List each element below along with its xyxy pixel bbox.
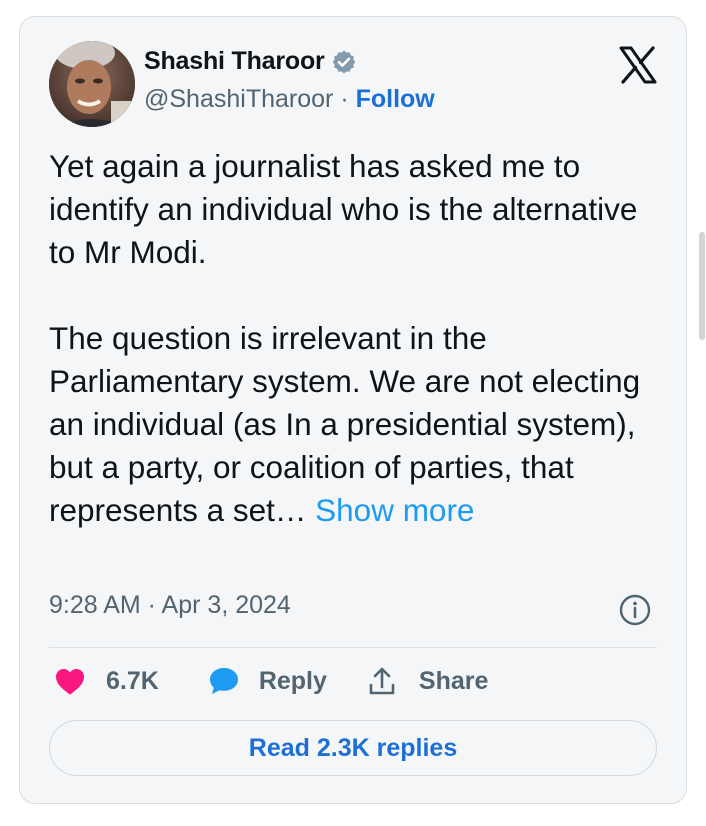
author-name[interactable]: Shashi Tharoor [144,47,325,76]
info-icon[interactable] [618,593,652,627]
author-avatar[interactable] [49,41,135,127]
reply-label: Reply [258,666,327,695]
like-button[interactable]: 6.7K [54,666,159,696]
heart-icon [56,669,84,695]
divider [49,647,657,648]
author-handle-row: @ShashiTharoor · Follow [144,85,435,114]
author-handle[interactable]: @ShashiTharoor [144,85,333,113]
like-count: 6.7K [106,666,159,695]
tweet-timestamp[interactable]: 9:28 AM · Apr 3, 2024 [49,591,291,620]
tweet-text: Yet again a journalist has asked me to i… [49,145,669,532]
tweet-paragraph-truncated: The question is irrelevant in the Parlia… [49,317,669,532]
scrollbar[interactable] [699,232,705,340]
read-replies-button[interactable]: Read 2.3K replies [49,720,657,776]
x-logo-icon[interactable] [618,45,658,85]
tweet-card: Shashi Tharoor @ShashiTharoor · Follow Y… [19,16,687,804]
reply-bubble-icon [209,668,238,694]
share-icon [369,667,395,695]
reply-button[interactable]: Reply [207,665,327,697]
author-name-row: Shashi Tharoor [144,47,357,76]
share-label: Share [418,666,489,695]
verified-badge-icon [332,50,355,73]
follow-button[interactable]: Follow [356,85,435,113]
tweet-paragraph: Yet again a journalist has asked me to i… [49,148,638,270]
handle-separator: · [340,85,349,113]
share-button[interactable]: Share [367,665,488,697]
show-more-link[interactable]: Show more [315,492,474,528]
action-bar: 6.7K Reply Share [54,665,488,697]
